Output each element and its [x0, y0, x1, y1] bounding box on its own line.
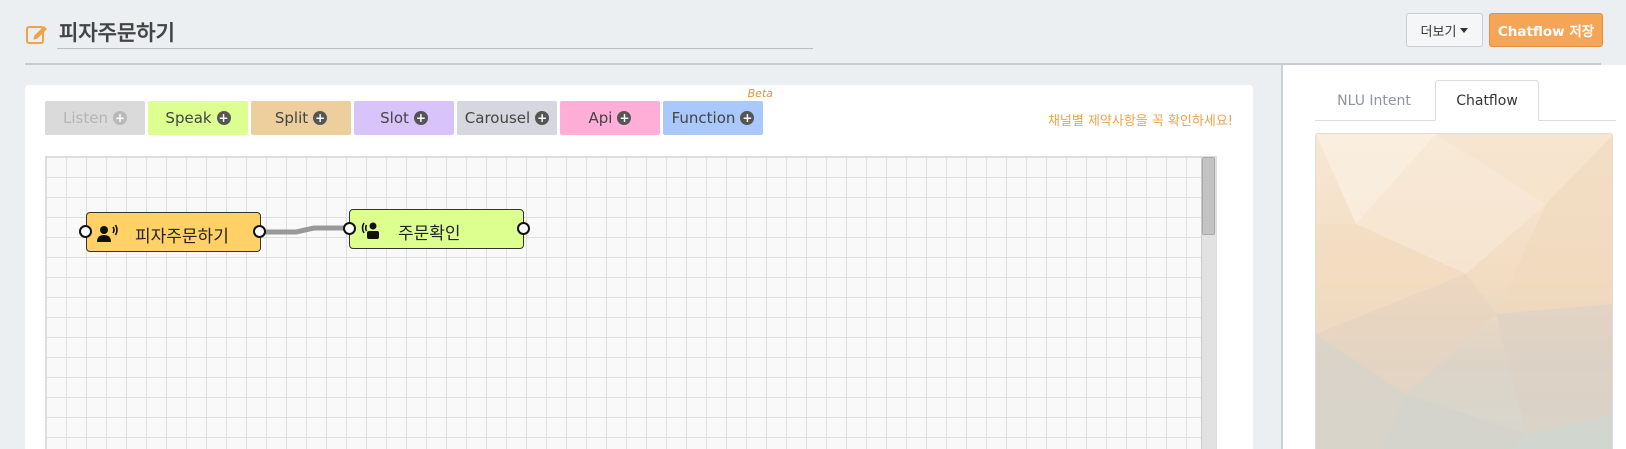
channel-notice: 채널별 제약사항을 꼭 확인하세요!: [1047, 114, 1233, 129]
beta-badge: Beta: [747, 87, 773, 100]
caret-down-icon: [1460, 27, 1469, 33]
plus-circle-icon: +: [535, 111, 550, 125]
palette-speak-button[interactable]: Speak +: [148, 101, 248, 135]
palette-api-button[interactable]: Api +: [560, 101, 660, 135]
plus-circle-icon: +: [216, 111, 231, 125]
canvas-scrollbar[interactable]: [1201, 157, 1216, 449]
flow-canvas[interactable]: 피자주문하기 주문확인: [45, 156, 1217, 449]
node-input-port[interactable]: [79, 225, 92, 238]
palette-split-button[interactable]: Split +: [251, 101, 351, 135]
palette-listen-button[interactable]: Listen +: [45, 101, 145, 135]
palette-slot-button[interactable]: Slot +: [354, 101, 454, 135]
tab-chatflow[interactable]: Chatflow: [1435, 80, 1539, 121]
listen-user-icon: [97, 224, 118, 242]
chatflow-editor-panel: Listen + Speak + Split + Slot + Carousel…: [25, 85, 1253, 449]
speak-bot-icon: [361, 222, 379, 239]
node-output-port[interactable]: [253, 225, 266, 238]
palette-carousel-button[interactable]: Carousel +: [457, 101, 557, 135]
palette-speak-label: Speak: [165, 109, 212, 127]
palette-api-label: Api: [588, 109, 613, 127]
chatflow-preview: [1315, 133, 1613, 449]
node-label: 피자주문하기: [135, 227, 229, 247]
chatflow-title-input[interactable]: 피자주문하기: [57, 17, 813, 49]
plus-circle-icon: +: [740, 111, 755, 125]
node-input-port[interactable]: [343, 222, 356, 235]
flow-node-speak[interactable]: 주문확인: [349, 209, 524, 249]
plus-circle-icon: +: [112, 111, 127, 125]
plus-circle-icon: +: [617, 111, 632, 125]
edit-icon: [26, 26, 47, 44]
lowpoly-background: [1316, 134, 1612, 449]
scrollbar-thumb[interactable]: [1202, 157, 1215, 235]
save-chatflow-button[interactable]: Chatflow 저장: [1489, 13, 1603, 47]
node-link: [262, 225, 349, 235]
palette-carousel-label: Carousel: [464, 109, 531, 127]
right-panel: NLU Intent Chatflow: [1283, 65, 1626, 449]
flow-node-listen[interactable]: 피자주문하기: [86, 212, 261, 252]
plus-circle-icon: +: [313, 111, 328, 125]
node-output-port[interactable]: [517, 222, 530, 235]
more-label: 더보기: [1420, 24, 1457, 40]
more-dropdown-button[interactable]: 더보기: [1406, 13, 1483, 47]
plus-circle-icon: +: [413, 111, 428, 125]
node-label: 주문확인: [398, 224, 461, 244]
tab-nlu-intent[interactable]: NLU Intent: [1315, 80, 1433, 121]
palette-split-label: Split: [274, 109, 309, 127]
palette-listen-label: Listen: [63, 109, 108, 127]
palette-slot-label: Slot: [380, 109, 409, 127]
node-palette: Listen + Speak + Split + Slot + Carousel…: [45, 87, 773, 135]
palette-function-label: Function: [671, 109, 736, 127]
palette-function-button[interactable]: Function + Beta: [663, 87, 773, 135]
